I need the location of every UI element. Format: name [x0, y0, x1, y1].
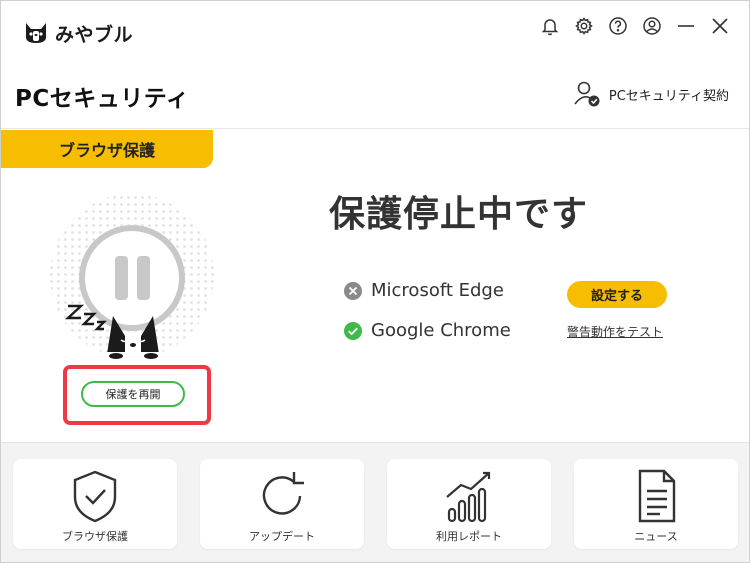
x-circle-icon: [344, 281, 362, 300]
account-icon[interactable]: [641, 15, 663, 37]
protection-status-heading: 保護停止中です: [329, 194, 589, 235]
user-check-icon: [574, 81, 600, 107]
title-bar-icons: [527, 13, 731, 39]
tile-usage-report[interactable]: 利用レポート: [387, 459, 551, 549]
warning-test-link[interactable]: 警告動作をテスト: [567, 323, 663, 340]
feature-tiles: ブラウザ保護 アップデート 利用レポート ニュース: [1, 442, 749, 562]
bell-icon[interactable]: [539, 15, 561, 37]
browser-name-edge: Microsoft Edge: [371, 280, 504, 301]
tile-label: ブラウザ保護: [62, 530, 128, 543]
browser-row-edge: Microsoft Edge: [343, 280, 504, 301]
title-bar: みやブル: [1, 1, 749, 63]
browser-row-chrome: Google Chrome: [343, 320, 511, 341]
paused-dog-illustration: [50, 194, 214, 359]
browser-name-chrome: Google Chrome: [371, 320, 511, 341]
tile-news[interactable]: ニュース: [574, 459, 738, 549]
gear-icon[interactable]: [573, 15, 595, 37]
tile-label: 利用レポート: [436, 530, 502, 543]
app-logo: みやブル: [23, 19, 133, 47]
section-tab-browser-protection: ブラウザ保護: [1, 130, 213, 168]
tile-label: ニュース: [634, 530, 678, 543]
setup-button[interactable]: 設定する: [567, 281, 667, 308]
pause-icon: [79, 225, 185, 331]
bar-chart-icon: [446, 471, 491, 523]
minimize-icon[interactable]: [675, 15, 697, 37]
browser-protection-panel: ブラウザ保護 保護を再開 保護停止中です Microsoft Edge Goog…: [1, 130, 749, 442]
tile-browser-protection[interactable]: ブラウザ保護: [13, 459, 177, 549]
tile-update[interactable]: アップデート: [200, 459, 364, 549]
resume-protection-button[interactable]: 保護を再開: [81, 381, 185, 407]
pc-security-contract-link[interactable]: PCセキュリティ契約: [573, 80, 729, 108]
app-name: みやブル: [55, 23, 134, 46]
refresh-icon: [262, 472, 304, 515]
shield-check-icon: [73, 470, 117, 523]
tile-label: アップデート: [249, 530, 315, 543]
page-title: PCセキュリティ: [15, 86, 190, 112]
help-icon[interactable]: [607, 15, 629, 37]
close-icon[interactable]: [709, 15, 731, 37]
dog-logo-icon: [26, 23, 46, 43]
app-window: みやブル PCセキュリティ PCセキュリティ契約 ブラウザ保護 保護を再開 保護…: [0, 0, 750, 563]
page-header: PCセキュリティ PCセキュリティ契約: [1, 63, 749, 129]
check-circle-icon: [344, 321, 362, 340]
document-icon: [638, 469, 676, 523]
contract-label: PCセキュリティ契約: [608, 88, 729, 104]
